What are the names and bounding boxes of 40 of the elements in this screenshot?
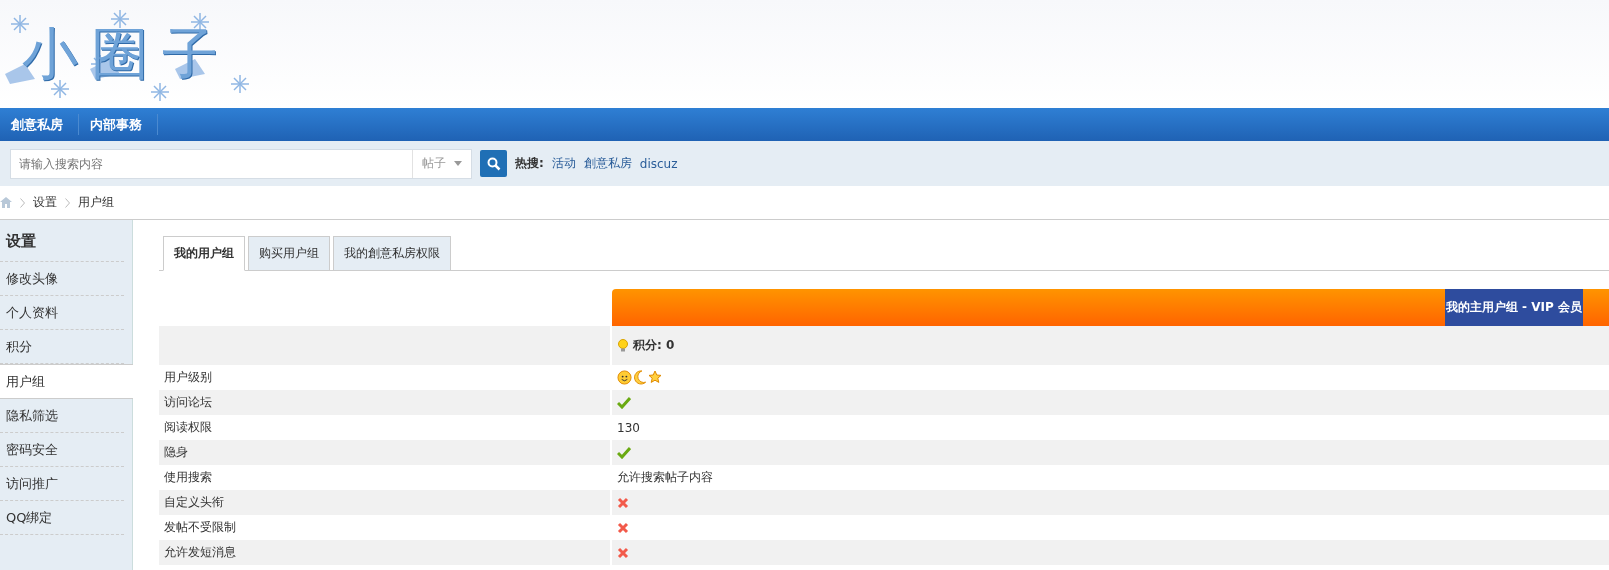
permission-label: 允许发短消息: [164, 544, 236, 561]
permission-label: 访问论坛: [164, 394, 212, 411]
sidebar-item[interactable]: 密码安全: [0, 433, 124, 467]
breadcrumb-link[interactable]: 用户组: [78, 194, 114, 211]
cell-value: 130: [617, 420, 640, 435]
chevron-icon: [65, 197, 70, 208]
hot-search-link[interactable]: discuz: [639, 156, 678, 171]
permission-label: 阅读权限: [164, 419, 212, 436]
nav-link[interactable]: 内部事務: [79, 114, 158, 135]
permission-label: 用户级别: [164, 369, 212, 386]
lightbulb-icon: [617, 338, 629, 353]
permission-label: 使用搜索: [164, 469, 212, 486]
sidebar-title: 设置: [0, 220, 124, 262]
tab[interactable]: 购买用户组: [248, 236, 330, 271]
search-icon: [486, 156, 501, 171]
sidebar-item[interactable]: 修改头像: [0, 262, 124, 296]
breadcrumb-link[interactable]: 设置: [33, 194, 57, 211]
hot-search-link[interactable]: 創意私房: [583, 155, 632, 172]
chevron-icon: [20, 197, 25, 208]
sidebar-item[interactable]: 用户组: [0, 364, 133, 399]
cell-value: 允许搜索帖子内容: [617, 469, 713, 486]
tab[interactable]: 我的用户组: [163, 236, 245, 271]
group-title: 我的主用户组 - VIP 会员: [1444, 289, 1583, 326]
sidebar-item[interactable]: QQ绑定: [0, 501, 124, 535]
star-icon: [648, 370, 662, 384]
points-label: 积分: 0: [633, 337, 675, 354]
permission-label: 自定义头衔: [164, 494, 224, 511]
search-button[interactable]: [480, 150, 507, 177]
sidebar-item[interactable]: 访问推广: [0, 467, 124, 501]
sidebar-item[interactable]: 个人资料: [0, 296, 124, 330]
permission-label: 隐身: [164, 444, 188, 461]
nav-link[interactable]: 創意私房: [0, 114, 79, 135]
sidebar-item[interactable]: 隐私筛选: [0, 399, 124, 433]
hot-search-link[interactable]: 活动: [551, 155, 576, 172]
moon-icon: [633, 370, 647, 385]
tab[interactable]: 我的創意私房权限: [333, 236, 451, 271]
caret-icon: [454, 161, 462, 166]
sun-icon: [617, 370, 632, 385]
permission-label: 发帖不受限制: [164, 519, 236, 536]
hot-search-label: 热搜:: [515, 155, 544, 172]
